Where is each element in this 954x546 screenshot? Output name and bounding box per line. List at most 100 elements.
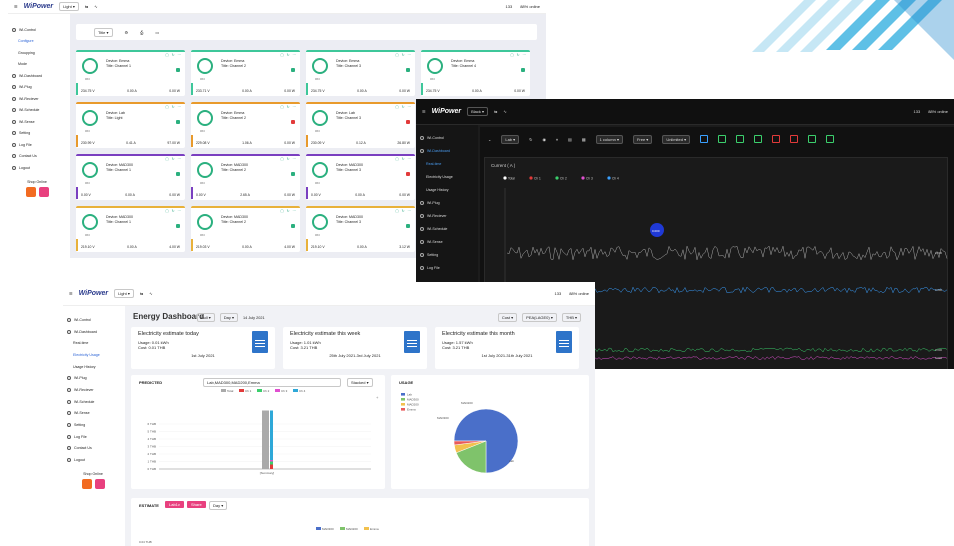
filter-select[interactable]: Title ▾ (94, 27, 113, 37)
card-actions-icon[interactable]: ▢ ↻ ⋯ (165, 209, 182, 213)
device-card[interactable]: ▢ ↻ ⋯ ON Device: Emma Title: Channel 3 2… (306, 50, 415, 96)
chevron-down-icon[interactable]: ⌄ (488, 137, 491, 142)
menu-icon[interactable]: ☰ (422, 109, 426, 114)
sidebar-item-sense[interactable]: Wi-Sense (416, 235, 478, 248)
lock-icon[interactable] (176, 120, 180, 124)
sidebar-item-plug[interactable]: Wi-Plug (416, 196, 478, 209)
menu-icon[interactable]: ☰ (14, 4, 18, 9)
shop-app-icon[interactable] (38, 186, 49, 197)
sidebar-item-setting[interactable]: Setting (63, 419, 123, 431)
device-card[interactable]: ▢ ↻ ⋯ ON Device: Emma Title: Channel 1 2… (76, 50, 185, 96)
device-card[interactable]: ▢ ↻ ⋯ ON Device: Emma Title: Channel 4 2… (421, 50, 530, 96)
card-actions-icon[interactable]: ▢ ↻ ⋯ (510, 53, 527, 57)
pulse-icon[interactable]: ∿ (94, 4, 97, 9)
power-button[interactable] (312, 214, 328, 230)
mode-select[interactable]: Cost ▾ (497, 313, 518, 322)
device-card[interactable]: ▢ ↻ ⋯ ON Device: Lab Title: Channel 3 23… (306, 102, 415, 148)
sidebar-item-dashboard[interactable]: Wi-Dashboard (63, 326, 123, 338)
shop-app-icon[interactable] (94, 478, 105, 489)
menu-icon[interactable]: ☰ (69, 291, 73, 296)
card-actions-icon[interactable]: ▢ ↻ ⋯ (280, 105, 297, 109)
lock-icon[interactable] (291, 172, 295, 176)
sidebar-item-control[interactable]: Wi-Control (416, 131, 478, 144)
table-icon[interactable]: ▦ (582, 137, 586, 142)
shop-app-icon[interactable] (81, 478, 92, 489)
power-button[interactable] (427, 58, 443, 74)
card-actions-icon[interactable]: ▢ ↻ ⋯ (395, 105, 412, 109)
columns-select[interactable]: 1 column ▾ (595, 134, 623, 144)
power-button[interactable] (312, 58, 328, 74)
sidebar-item-electricity[interactable]: Electricity Usage (63, 349, 123, 361)
period-select[interactable]: Pull ▾ (197, 313, 215, 322)
device-card[interactable]: ▢ ↻ ⋯ ON Device: MAD300 Title: Channel 1… (76, 206, 185, 252)
sidebar-item-mode[interactable]: Mode (8, 59, 66, 71)
lock-icon[interactable] (521, 68, 525, 72)
sidebar-item-realtime[interactable]: Real-time (63, 337, 123, 349)
card-actions-icon[interactable]: ▢ ↻ ⋯ (395, 209, 412, 213)
sidebar-item-schedule[interactable]: Wi-Schedule (8, 105, 66, 117)
sidebar-item-electricity[interactable]: Electricity Usage (416, 170, 478, 183)
power-button[interactable] (82, 110, 98, 126)
lock-icon[interactable] (406, 172, 410, 176)
pulse-icon[interactable]: ∿ (503, 109, 506, 114)
sidebar-item-schedule[interactable]: Wi-Schedule (63, 396, 123, 408)
sidebar-item-realtime[interactable]: Real-time (416, 157, 478, 170)
sidebar-item-sense[interactable]: Wi-Sense (8, 116, 66, 128)
sidebar-item-logout[interactable]: Logout (63, 454, 123, 466)
lock-icon[interactable] (406, 224, 410, 228)
currency-select[interactable]: THB ▾ (561, 313, 581, 322)
sidebar-item-logout[interactable]: Logout (8, 162, 66, 174)
sidebar-item-dashboard[interactable]: Wi-Dashboard (416, 144, 478, 157)
device-card[interactable]: ▢ ↻ ⋯ ON Device: MAD300 Title: Channel 1… (76, 154, 185, 200)
device-card[interactable]: ▢ ↻ ⋯ ON Device: MAD300 Title: Channel 2… (191, 206, 300, 252)
export-button[interactable] (808, 135, 817, 143)
power-button[interactable] (82, 162, 98, 178)
sidebar-item-reciever[interactable]: Wi-Reciever (8, 93, 66, 105)
sidebar-item-control[interactable]: Wi-Control (63, 314, 123, 326)
sidebar-item-control[interactable]: Wi-Control (8, 24, 66, 36)
lock-icon[interactable] (291, 224, 295, 228)
device-card[interactable]: ▢ ↻ ⋯ ON Device: MAD300 Title: Channel 3… (306, 206, 415, 252)
sidebar-item-schedule[interactable]: Wi-Schedule (416, 222, 478, 235)
export-button[interactable] (718, 135, 727, 143)
refresh-icon[interactable]: ↻ (529, 137, 532, 142)
device-card[interactable]: ▢ ↻ ⋯ ON Device: Lab Title: Light 230.99… (76, 102, 185, 148)
theme-select[interactable]: Black ▾ (467, 107, 488, 116)
device-card[interactable]: ▢ ↻ ⋯ ON Device: MAD300 Title: Channel 3… (306, 154, 415, 200)
power-button[interactable] (82, 214, 98, 230)
card-actions-icon[interactable]: ▢ ↻ ⋯ (280, 157, 297, 161)
eye-icon[interactable]: ◉ (543, 137, 547, 142)
lock-icon[interactable] (291, 120, 295, 124)
tariff-select[interactable]: PEA(LAGE0) ▾ (522, 313, 557, 322)
monitor-icon[interactable]: ▭ (155, 30, 159, 35)
power-button[interactable] (197, 214, 213, 230)
chart-toggle-icon[interactable]: ⇆ (85, 4, 88, 9)
power-button[interactable] (197, 58, 213, 74)
device-card[interactable]: ▢ ↻ ⋯ ON Device: MAD300 Title: Channel 2… (191, 154, 300, 200)
sidebar-item-reciever[interactable]: Wi-Reciever (416, 209, 478, 222)
theme-select[interactable]: Light ▾ (114, 289, 134, 298)
range-select[interactable]: Unlimited ▾ (662, 134, 691, 144)
add-button[interactable] (826, 135, 835, 143)
inbox-icon[interactable]: ⎙ (140, 30, 143, 35)
card-actions-icon[interactable]: ▢ ↻ ⋯ (280, 209, 297, 213)
card-actions-icon[interactable]: ▢ ↻ ⋯ (280, 53, 297, 57)
lock-icon[interactable] (406, 120, 410, 124)
sidebar-item-log[interactable]: Log File (8, 139, 66, 151)
sidebar-item-plug[interactable]: Wi-Plug (63, 372, 123, 384)
chart-toggle-icon[interactable]: ⇆ (140, 291, 143, 296)
chart-icon[interactable]: ▤ (568, 137, 572, 142)
sidebar-item-setting[interactable]: Setting (8, 128, 66, 140)
pause-icon[interactable]: ⏸ (556, 137, 558, 142)
pulse-icon[interactable]: ∿ (149, 291, 152, 296)
card-actions-icon[interactable]: ▢ ↻ ⋯ (395, 53, 412, 57)
sidebar-item-contact[interactable]: Contact Us (63, 443, 123, 455)
card-actions-icon[interactable]: ▢ ↻ ⋯ (395, 157, 412, 161)
sidebar-item-usage-history[interactable]: Usage History (416, 183, 478, 196)
power-button[interactable] (312, 162, 328, 178)
sidebar-item-dashboard[interactable]: Wi-Dashboard (8, 70, 66, 82)
sidebar-item-log[interactable]: Log File (63, 431, 123, 443)
scale-select[interactable]: Free ▾ (632, 134, 653, 144)
date-label[interactable]: 14 July 2021 (243, 316, 265, 320)
card-actions-icon[interactable]: ▢ ↻ ⋯ (165, 105, 182, 109)
